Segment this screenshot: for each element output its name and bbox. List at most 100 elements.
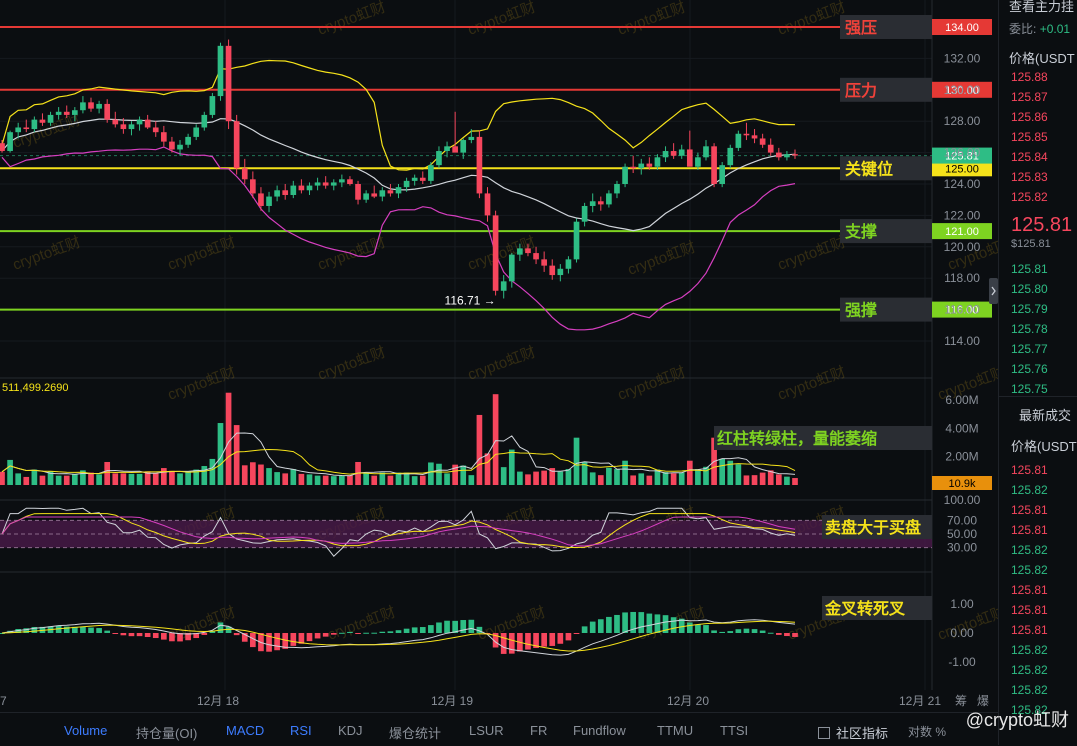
candle-body — [233, 121, 240, 169]
tab-rsi[interactable]: RSI — [290, 723, 312, 738]
candle-body — [225, 45, 232, 122]
macd-histogram-bar — [606, 616, 612, 633]
macd-histogram-bar — [719, 631, 726, 633]
volume-bar — [508, 449, 515, 485]
volume-bar — [161, 468, 167, 485]
macd-histogram-bar — [169, 633, 175, 642]
tab-kdj[interactable]: KDJ — [338, 723, 363, 738]
candle-body — [250, 179, 256, 194]
volume-bar — [177, 473, 183, 485]
chart-canvas[interactable]: crypto虹财 crypto虹财 crypto虹财 crypto虹财 crypto虹财… — [0, 0, 998, 712]
tab-macd[interactable]: MACD — [226, 723, 264, 738]
macd-histogram-bar — [217, 622, 224, 633]
volume-bar — [686, 460, 693, 485]
candle-body — [411, 177, 418, 181]
price-tick-label: 132.00 — [944, 51, 981, 65]
ask-price[interactable]: 125.86 — [1011, 110, 1048, 124]
bid-price[interactable]: 125.77 — [1011, 342, 1048, 356]
trade-price: 125.82 — [1011, 543, 1048, 557]
bid-price[interactable]: 125.76 — [1011, 362, 1048, 376]
volume-bar — [622, 460, 628, 485]
tab-fr[interactable]: FR — [530, 723, 547, 738]
macd-histogram-bar — [88, 627, 94, 633]
volume-bar — [225, 392, 232, 485]
log-percent-toggle[interactable]: 对数 % — [908, 723, 946, 740]
macd-histogram-bar — [306, 633, 313, 642]
ask-price[interactable]: 125.83 — [1011, 170, 1048, 184]
candle-body — [751, 135, 758, 139]
macd-histogram-bar — [541, 633, 547, 647]
candle-body — [347, 179, 353, 184]
volume-bar — [403, 472, 410, 485]
volume-bar — [751, 475, 758, 485]
candle-body — [476, 136, 483, 194]
tab-lsur[interactable]: LSUR — [469, 723, 504, 738]
macd-histogram-bar — [589, 621, 596, 633]
volume-bar — [670, 473, 677, 485]
bid-price[interactable]: 125.80 — [1011, 282, 1048, 296]
bid-price[interactable]: 125.78 — [1011, 322, 1048, 336]
tab-fundflow[interactable]: Fundflow — [573, 723, 626, 738]
candle-body — [767, 144, 774, 153]
x-axis-label: 12月 19 — [431, 694, 473, 708]
volume-bar — [484, 453, 491, 485]
rsi-panel — [0, 507, 932, 557]
tab--[interactable]: 爆仓统计 — [389, 723, 441, 742]
bid-price[interactable]: 125.79 — [1011, 302, 1048, 316]
collapse-handle[interactable] — [989, 278, 998, 304]
community-indicators-button[interactable]: 社区指标 — [818, 723, 888, 742]
trades-title[interactable]: 最新成交 — [1019, 405, 1071, 424]
candle-body — [484, 193, 491, 216]
macd-histogram-bar — [411, 627, 418, 633]
macd-histogram-bar — [646, 613, 653, 633]
candle-body — [508, 254, 515, 282]
volume-bar — [678, 472, 685, 485]
volume-bar — [55, 475, 62, 485]
bid-price[interactable]: 125.75 — [1011, 382, 1048, 396]
macd-histogram-bar — [638, 612, 645, 633]
candle-body — [120, 124, 127, 130]
trade-price: 125.82 — [1011, 683, 1048, 697]
candle-body — [517, 248, 523, 255]
trade-price: 125.81 — [1011, 623, 1048, 637]
trade-price: 125.81 — [1011, 463, 1048, 477]
annotation-text: 卖盘大于买盘 — [825, 518, 921, 537]
volume-bar — [476, 414, 483, 485]
ask-price[interactable]: 125.88 — [1011, 70, 1048, 84]
volume-bar — [7, 459, 13, 485]
chevron-right-icon — [991, 286, 996, 296]
tab--oi-[interactable]: 持仓量(OI) — [136, 723, 197, 742]
watermark-text: crypto虹财 — [316, 0, 388, 39]
macd-histogram-bar — [104, 630, 111, 633]
candle-body — [193, 127, 200, 137]
tab-ttsi[interactable]: TTSI — [720, 723, 748, 738]
candle-body — [379, 190, 386, 197]
macd-histogram-bar — [670, 617, 677, 633]
candle-body — [96, 103, 102, 109]
volume-bar — [88, 472, 94, 485]
macd-histogram-bar — [290, 633, 297, 646]
ask-price[interactable]: 125.84 — [1011, 150, 1048, 164]
volume-bar — [96, 474, 102, 485]
volume-bar — [306, 474, 313, 485]
ask-price[interactable]: 125.87 — [1011, 90, 1048, 104]
watermark-text: crypto虹财 — [776, 364, 848, 404]
level-label: 关键位 — [845, 159, 893, 178]
ask-price[interactable]: 125.85 — [1011, 130, 1048, 144]
ask-price[interactable]: 125.82 — [1011, 190, 1048, 204]
x-axis-label: 7 — [0, 694, 7, 708]
volume-bar — [136, 473, 143, 485]
price-tick-label: 128.00 — [944, 114, 981, 128]
tab-volume[interactable]: Volume — [64, 723, 107, 738]
candle-body — [444, 146, 450, 152]
tab-ttmu[interactable]: TTMU — [657, 723, 693, 738]
trade-price: 125.82 — [1011, 483, 1048, 497]
macd-histogram-bar — [428, 625, 434, 633]
x-axis-label: 12月 20 — [667, 694, 709, 708]
watermark-text: crypto虹财 — [166, 604, 238, 644]
bid-price[interactable]: 125.81 — [1011, 262, 1048, 276]
candle-body — [419, 177, 426, 181]
volume-bar — [606, 467, 612, 485]
volume-bar — [525, 474, 531, 485]
candle-body — [581, 205, 588, 222]
